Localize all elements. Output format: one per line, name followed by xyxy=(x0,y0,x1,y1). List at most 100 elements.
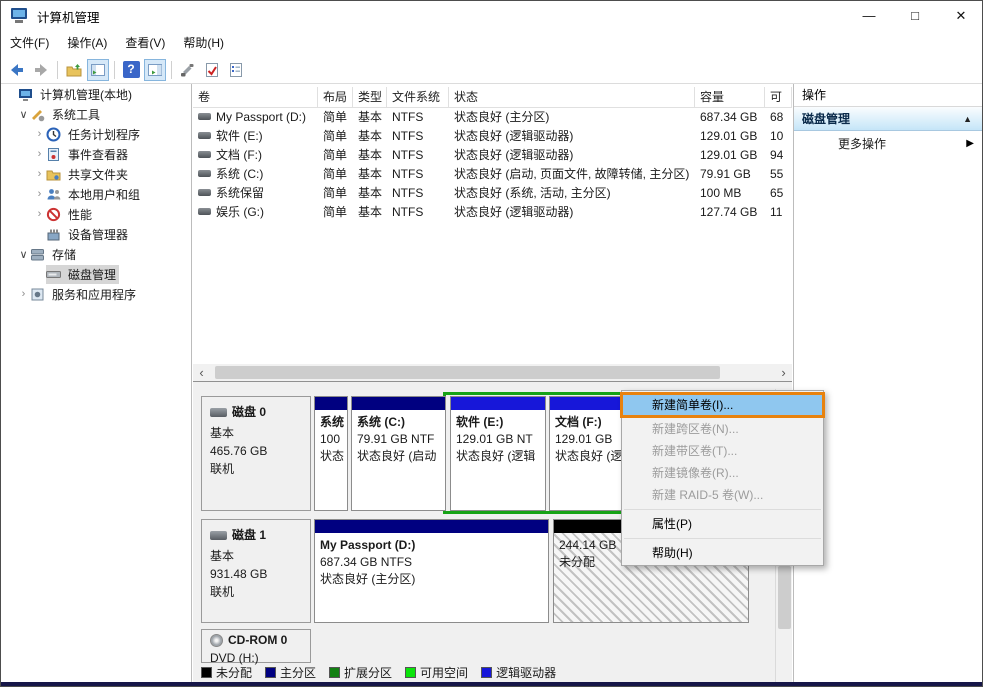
title-bar: 计算机管理 — □ ✕ xyxy=(1,1,983,31)
event-viewer-icon xyxy=(46,147,61,162)
volume-icon xyxy=(198,208,211,215)
checkmark-document-icon[interactable] xyxy=(201,59,223,81)
scrollbar-thumb[interactable] xyxy=(778,566,791,629)
legend-unallocated: 未分配 xyxy=(201,664,252,681)
show-action-pane-icon[interactable] xyxy=(144,59,166,81)
column-header-layout[interactable]: 布局 xyxy=(318,87,353,107)
cdrom-header[interactable]: CD-ROM 0 DVD (H:) xyxy=(201,629,311,663)
volume-row[interactable]: 系统保留 简单 基本 NTFS 状态良好 (系统, 活动, 主分区) 100 M… xyxy=(193,184,792,203)
volume-row[interactable]: 系统 (C:) 简单 基本 NTFS 状态良好 (启动, 页面文件, 故障转储,… xyxy=(193,165,792,184)
menu-help[interactable]: 帮助(H) xyxy=(174,31,233,56)
menu-file[interactable]: 文件(F) xyxy=(1,31,58,56)
legend-primary: 主分区 xyxy=(265,664,316,681)
partition-d[interactable]: My Passport (D:) 687.34 GB NTFS 状态良好 (主分… xyxy=(314,519,549,623)
back-icon[interactable] xyxy=(6,59,28,81)
tree-item-device-manager[interactable]: 设备管理器 xyxy=(1,224,191,244)
column-header-volume[interactable]: 卷 xyxy=(193,87,318,107)
action-pane-title: 操作 xyxy=(794,84,983,107)
toolbar-separator xyxy=(171,61,172,79)
menu-view[interactable]: 查看(V) xyxy=(116,31,174,56)
menu-action[interactable]: 操作(A) xyxy=(58,31,116,56)
cd-icon xyxy=(210,634,223,647)
column-header-status[interactable]: 状态 xyxy=(449,87,695,107)
disk1-header[interactable]: 磁盘 1 基本 931.48 GB 联机 xyxy=(201,519,311,623)
disk-icon xyxy=(210,408,227,417)
performance-icon xyxy=(46,207,61,222)
users-icon xyxy=(46,187,61,202)
menu-item-properties[interactable]: 属性(P) xyxy=(622,513,823,535)
collapse-icon[interactable]: ▲ xyxy=(963,107,972,131)
tree-item-disk-management[interactable]: 磁盘管理 xyxy=(1,264,191,284)
column-header-type[interactable]: 类型 xyxy=(353,87,387,107)
partition-legend: 未分配 主分区 扩展分区 可用空间 逻辑驱动器 xyxy=(201,664,556,681)
volume-row[interactable]: 娱乐 (G:) 简单 基本 NTFS 状态良好 (逻辑驱动器) 127.74 G… xyxy=(193,203,792,222)
volume-icon xyxy=(198,189,211,196)
volume-row[interactable]: My Passport (D:) 简单 基本 NTFS 状态良好 (主分区) 6… xyxy=(193,108,792,127)
minimize-button[interactable]: — xyxy=(846,1,892,31)
volume-row[interactable]: 文档 (F:) 简单 基本 NTFS 状态良好 (逻辑驱动器) 129.01 G… xyxy=(193,146,792,165)
volume-icon xyxy=(198,113,211,120)
tree-item-shared-folders[interactable]: › 共享文件夹 xyxy=(1,164,191,184)
action-pane: 操作 磁盘管理 ▲ 更多操作 ▶ xyxy=(793,84,983,682)
computer-icon xyxy=(18,87,33,102)
toolbar-separator xyxy=(57,61,58,79)
menu-item-help[interactable]: 帮助(H) xyxy=(622,542,823,564)
disk0-header[interactable]: 磁盘 0 基本 465.76 GB 联机 xyxy=(201,396,311,511)
tree-expander[interactable]: › xyxy=(33,188,46,200)
tree-item-task-scheduler[interactable]: › 任务计划程序 xyxy=(1,124,191,144)
column-header-capacity[interactable]: 容量 xyxy=(695,87,765,107)
column-header-filesystem[interactable]: 文件系统 xyxy=(387,87,449,107)
close-button[interactable]: ✕ xyxy=(938,1,983,31)
tree-expander[interactable]: › xyxy=(17,288,30,300)
menu-bar: 文件(F) 操作(A) 查看(V) 帮助(H) xyxy=(1,31,983,56)
tree-expander[interactable]: › xyxy=(33,128,46,140)
tree-item-system-tools[interactable]: ∨ 系统工具 xyxy=(1,104,191,124)
volume-list: 卷 布局 类型 文件系统 状态 容量 可 My Passport (D:) 简单… xyxy=(193,84,792,364)
menu-separator xyxy=(624,538,821,539)
scroll-left-icon[interactable]: ‹ xyxy=(193,364,210,381)
tree-item-local-users-groups[interactable]: › 本地用户和组 xyxy=(1,184,191,204)
cdrom-row: CD-ROM 0 DVD (H:) xyxy=(193,629,792,663)
tree-item-storage[interactable]: ∨ 存储 xyxy=(1,244,191,264)
tree-item-performance[interactable]: › 性能 xyxy=(1,204,191,224)
menu-item-new-mirrored-volume: 新建镜像卷(R)... xyxy=(622,462,823,484)
volume-list-header: 卷 布局 类型 文件系统 状态 容量 可 xyxy=(193,87,792,108)
tree-expander[interactable]: › xyxy=(33,148,46,160)
show-console-tree-icon[interactable] xyxy=(87,59,109,81)
tree-item-services-applications[interactable]: › 服务和应用程序 xyxy=(1,284,191,304)
tree-item-computer-management[interactable]: 计算机管理(本地) xyxy=(1,84,191,104)
pane-splitter[interactable] xyxy=(193,381,792,389)
legend-swatch xyxy=(265,667,276,678)
action-pane-section-disk-management[interactable]: 磁盘管理 ▲ xyxy=(794,107,983,131)
tree-expander[interactable]: › xyxy=(33,168,46,180)
menu-item-new-raid5-volume: 新建 RAID-5 卷(W)... xyxy=(622,484,823,506)
horizontal-scrollbar[interactable]: ‹ › xyxy=(193,364,792,381)
screwdriver-icon[interactable] xyxy=(177,59,199,81)
export-folder-icon[interactable] xyxy=(63,59,85,81)
tree-expander[interactable]: › xyxy=(33,208,46,220)
volume-icon xyxy=(198,170,211,177)
partition-system-reserved[interactable]: 系统 100 状态 xyxy=(314,396,348,511)
help-icon[interactable]: ? xyxy=(120,59,142,81)
scroll-right-icon[interactable]: › xyxy=(775,364,792,381)
forward-icon[interactable] xyxy=(30,59,52,81)
more-actions-item[interactable]: 更多操作 ▶ xyxy=(794,131,983,157)
scrollbar-thumb[interactable] xyxy=(215,366,720,379)
maximize-button[interactable]: □ xyxy=(892,1,938,31)
toolbar-separator xyxy=(114,61,115,79)
volume-icon xyxy=(198,132,211,139)
window-title: 计算机管理 xyxy=(37,7,100,26)
tree-expander[interactable]: ∨ xyxy=(17,248,30,261)
partition-c[interactable]: 系统 (C:) 79.91 GB NTF 状态良好 (启动 xyxy=(351,396,446,511)
partition-e[interactable]: 软件 (E:) 129.01 GB NT 状态良好 (逻辑 xyxy=(450,396,546,511)
disk-icon xyxy=(210,531,227,540)
checklist-icon[interactable] xyxy=(225,59,247,81)
legend-swatch xyxy=(201,667,212,678)
column-header-free[interactable]: 可 xyxy=(765,87,792,107)
tree-expander[interactable]: ∨ xyxy=(17,108,30,121)
partition-type-strip xyxy=(315,520,548,533)
tree-item-event-viewer[interactable]: › 事件查看器 xyxy=(1,144,191,164)
menu-item-new-simple-volume[interactable]: 新建简单卷(I)... xyxy=(620,392,825,418)
volume-row[interactable]: 软件 (E:) 简单 基本 NTFS 状态良好 (逻辑驱动器) 129.01 G… xyxy=(193,127,792,146)
context-menu: 新建简单卷(I)... 新建跨区卷(N)... 新建带区卷(T)... 新建镜像… xyxy=(621,390,824,566)
